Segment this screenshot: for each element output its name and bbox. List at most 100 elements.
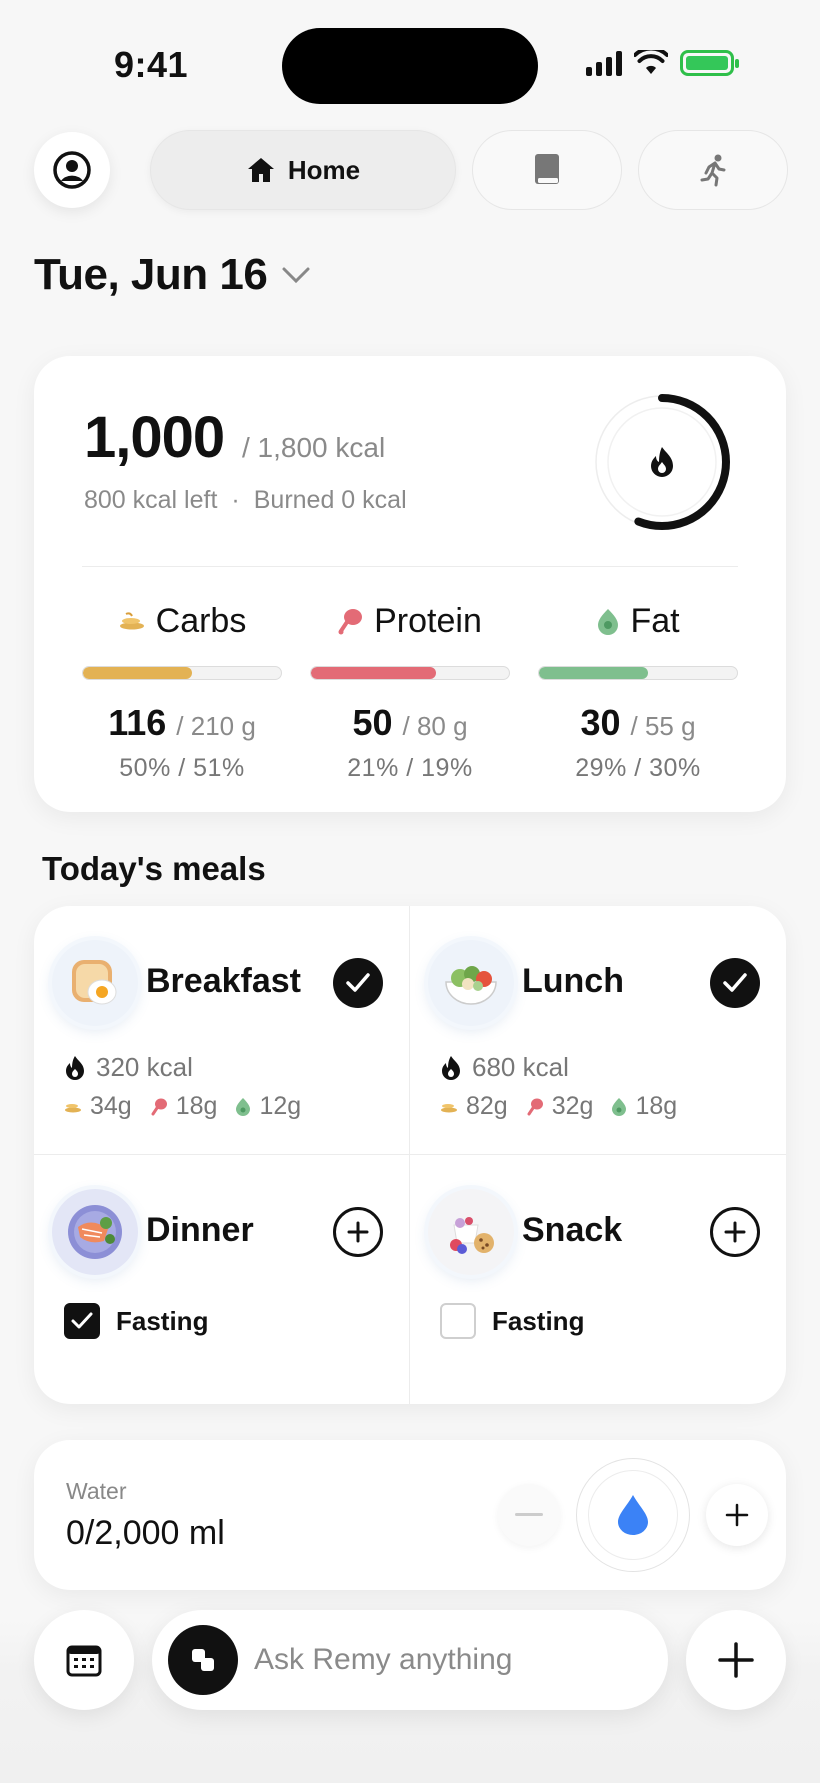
tab-home-label: Home bbox=[287, 154, 361, 185]
carbs-icon bbox=[441, 1103, 457, 1112]
checkmark-icon bbox=[723, 973, 747, 992]
protein-icon bbox=[527, 1098, 543, 1115]
checkmark-icon bbox=[71, 1312, 93, 1329]
calories-left: 800 kcal left bbox=[84, 486, 218, 514]
plus-icon bbox=[718, 1642, 754, 1678]
cellular-signal-icon bbox=[586, 50, 622, 76]
macro-protein: Protein 50 / 80 g 21% / 19% bbox=[310, 596, 510, 783]
water-increase-button[interactable] bbox=[706, 1484, 768, 1546]
macro-goal: / 55 g bbox=[630, 711, 696, 741]
macro-value: 116 bbox=[108, 702, 167, 743]
fasting-toggle[interactable]: Fasting bbox=[440, 1303, 584, 1339]
macro-value: 30 bbox=[580, 702, 621, 743]
home-icon bbox=[247, 158, 274, 182]
meals-grid: Breakfast 320 kcal 34g 18g 12g Lunch 680… bbox=[34, 906, 786, 1404]
status-time: 9:41 bbox=[114, 44, 189, 85]
add-meal-button[interactable] bbox=[710, 1207, 760, 1257]
date-selector[interactable]: Tue, Jun 16 bbox=[34, 250, 311, 300]
protein-progress-bar bbox=[310, 666, 510, 680]
calendar-icon bbox=[66, 1645, 102, 1677]
macro-carbs: Carbs 116 / 210 g 50% / 51% bbox=[82, 596, 282, 783]
divider bbox=[82, 566, 738, 567]
fasting-checkbox[interactable] bbox=[64, 1303, 100, 1339]
meal-card-lunch[interactable]: Lunch 680 kcal 82g 32g 18g bbox=[410, 906, 786, 1155]
meal-card-breakfast[interactable]: Breakfast 320 kcal 34g 18g 12g bbox=[34, 906, 410, 1155]
meal-card-snack[interactable]: Snack Fasting bbox=[410, 1155, 786, 1404]
meal-kcal-value: 680 kcal bbox=[472, 1052, 569, 1082]
fasting-label: Fasting bbox=[116, 1305, 209, 1336]
add-entry-button[interactable] bbox=[686, 1610, 786, 1710]
meal-logged-check-button[interactable] bbox=[333, 958, 383, 1008]
meal-logged-check-button[interactable] bbox=[710, 958, 760, 1008]
macro-name: Fat bbox=[630, 601, 680, 640]
lunch-food-icon bbox=[428, 940, 514, 1026]
meal-name: Lunch bbox=[522, 962, 624, 1000]
carbs-icon bbox=[65, 1103, 81, 1112]
water-tracker-card: Water 0/2,000 ml bbox=[34, 1440, 786, 1590]
fasting-checkbox[interactable] bbox=[440, 1303, 476, 1339]
fat-progress-bar bbox=[538, 666, 738, 680]
battery-icon bbox=[680, 50, 739, 76]
flame-icon bbox=[442, 1055, 460, 1080]
water-progress-ring[interactable] bbox=[576, 1458, 690, 1572]
profile-button[interactable] bbox=[34, 132, 110, 208]
macro-name: Protein bbox=[374, 601, 482, 640]
meal-macros: 34g 18g 12g bbox=[64, 1092, 311, 1121]
ask-assistant-input[interactable]: Ask Remy anything bbox=[152, 1610, 668, 1710]
fasting-toggle[interactable]: Fasting bbox=[64, 1303, 208, 1339]
tab-activity[interactable] bbox=[638, 130, 788, 210]
meal-calories: 680 kcal bbox=[440, 1052, 569, 1083]
macro-name: Carbs bbox=[155, 601, 247, 640]
wifi-icon bbox=[634, 50, 668, 74]
meal-fat: 18g bbox=[635, 1092, 678, 1120]
meal-name: Snack bbox=[522, 1211, 623, 1249]
fat-icon bbox=[612, 1097, 627, 1116]
meal-macros: 82g 32g 18g bbox=[440, 1092, 687, 1121]
meal-protein: 32g bbox=[551, 1092, 594, 1120]
macro-goal: / 80 g bbox=[402, 711, 468, 741]
meal-name: Dinner bbox=[146, 1211, 254, 1249]
fat-icon bbox=[598, 609, 619, 635]
calendar-button[interactable] bbox=[34, 1610, 134, 1710]
macro-fat: Fat 30 / 55 g 29% / 30% bbox=[538, 596, 738, 783]
calories-consumed: 1,000 bbox=[84, 405, 225, 470]
chevron-down-icon bbox=[282, 267, 310, 284]
water-drop-icon bbox=[618, 1495, 648, 1535]
meal-calories: 320 kcal bbox=[64, 1052, 193, 1083]
dinner-food-icon bbox=[52, 1189, 138, 1275]
macro-value: 50 bbox=[352, 702, 393, 743]
water-value: 0/2,000 ml bbox=[66, 1514, 225, 1552]
calories-goal: / 1,800 kcal bbox=[242, 432, 386, 463]
protein-icon bbox=[151, 1098, 167, 1115]
tab-home[interactable]: Home bbox=[150, 130, 456, 210]
flame-icon bbox=[66, 1055, 84, 1080]
meals-section-title: Today's meals bbox=[42, 850, 266, 887]
running-icon bbox=[700, 154, 726, 187]
water-decrease-button[interactable] bbox=[498, 1484, 560, 1546]
meal-card-dinner[interactable]: Dinner Fasting bbox=[34, 1155, 410, 1404]
profile-icon bbox=[53, 151, 91, 189]
meal-name: Breakfast bbox=[146, 962, 301, 1000]
meal-carbs: 82g bbox=[466, 1092, 508, 1120]
plus-icon bbox=[724, 1221, 746, 1243]
tab-journal[interactable] bbox=[472, 130, 622, 210]
dynamic-island bbox=[282, 28, 538, 104]
fat-icon bbox=[236, 1097, 251, 1116]
macro-percent: 21% / 19% bbox=[347, 754, 473, 782]
plus-icon bbox=[347, 1221, 369, 1243]
book-icon bbox=[535, 154, 559, 184]
macro-percent: 50% / 51% bbox=[119, 754, 245, 782]
calorie-summary-card[interactable]: 1,000 / 1,800 kcal 800 kcal left · Burne… bbox=[34, 356, 786, 812]
add-meal-button[interactable] bbox=[333, 1207, 383, 1257]
meal-kcal-value: 320 kcal bbox=[96, 1052, 193, 1082]
status-icons bbox=[586, 50, 739, 76]
calorie-details: 800 kcal left · Burned 0 kcal bbox=[84, 486, 407, 515]
breakfast-food-icon bbox=[52, 940, 138, 1026]
fasting-label: Fasting bbox=[492, 1305, 585, 1336]
meal-fat: 12g bbox=[259, 1092, 302, 1120]
water-label: Water bbox=[66, 1478, 127, 1504]
separator-dot: · bbox=[231, 486, 240, 514]
carbs-icon bbox=[119, 612, 144, 630]
ask-placeholder: Ask Remy anything bbox=[254, 1643, 513, 1676]
assistant-logo-icon bbox=[168, 1625, 238, 1695]
